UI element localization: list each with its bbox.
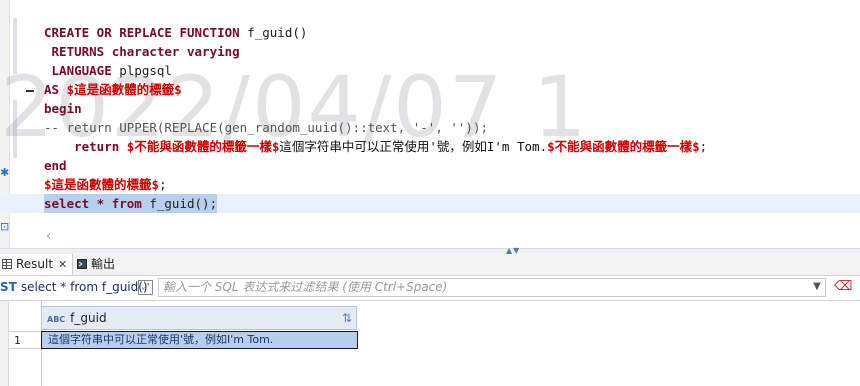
result-tabs: Result ✕ 輸出 [0, 254, 860, 276]
text-type-icon: ABC [47, 315, 66, 324]
code-token: ; [699, 139, 708, 154]
current-line-marker [26, 90, 34, 92]
query-label[interactable]: ST select * from f_guid() [0, 280, 148, 294]
close-icon[interactable]: ✕ [58, 258, 67, 271]
code-line[interactable]: AS $這是函數體的標籤$ [44, 80, 860, 99]
code-token: $這是函數體的標籤$ [66, 82, 182, 97]
sql-prefix-icon: ST [0, 280, 17, 294]
lock-icon[interactable]: ⊡ [0, 220, 9, 234]
query-text: select * from f_guid() [20, 280, 148, 294]
code-token: $不能與函數體的標籤一樣$ [126, 139, 280, 154]
eraser-icon[interactable]: ⌫ [834, 279, 854, 297]
code-line[interactable]: RETURNS character varying [44, 42, 860, 61]
tab-output-label: 輸出 [91, 257, 116, 271]
filter-bar: ST select * from f_guid() ⤢ 輸入一个 SQL 表达式来… [0, 276, 860, 301]
code-token: 這個字符串中可以正常使用'號，例如I'm Tom. [279, 139, 548, 154]
chevron-down-icon[interactable]: ▼ [810, 280, 824, 294]
code-line[interactable]: LANGUAGE plpgsql [44, 61, 860, 80]
grid-icon [2, 259, 12, 269]
code-token: $這是函數體的標籤$ [44, 177, 160, 192]
code-token: f_guid() [247, 25, 308, 40]
grid-side-panel[interactable] [0, 301, 9, 386]
column-header-f_guid[interactable]: ABC f_guid ⇅ [41, 306, 357, 330]
code-token: begin [44, 101, 82, 116]
code-token: LANGUAGE [44, 63, 120, 78]
code-token: select * from [44, 196, 150, 211]
code-line[interactable]: CREATE OR REPLACE FUNCTION f_guid() [44, 23, 860, 42]
table-cell[interactable]: 這個字符串中可以正常使用'號，例如I'm Tom. [41, 331, 358, 349]
horizontal-scrollbar[interactable]: ‹ [30, 228, 860, 248]
code-token: -- return UPPER(REPLACE(gen_random_uuid(… [44, 120, 489, 135]
code-line[interactable]: return $不能與函數體的標籤一樣$這個字符串中可以正常使用'號，例如I'm… [44, 137, 860, 156]
console-icon [77, 259, 87, 269]
code-content[interactable]: CREATE OR REPLACE FUNCTION f_guid() RETU… [0, 23, 860, 213]
editor-fold-ruler-lower [13, 100, 17, 158]
row-number[interactable]: 1 [9, 331, 41, 349]
code-token: CREATE OR REPLACE FUNCTION [44, 25, 248, 40]
code-token: end [44, 158, 67, 173]
scroll-left-arrow-icon[interactable]: ‹ [46, 229, 51, 244]
asterisk-icon[interactable]: ✱ [0, 166, 9, 180]
code-token: AS [44, 82, 67, 97]
column-header-label: f_guid [70, 311, 107, 325]
code-token: RETURNS character varying [44, 44, 240, 59]
editor-fold-ruler [13, 18, 17, 74]
expand-icon[interactable]: ⤢ [138, 280, 153, 295]
code-token: ; [159, 177, 167, 192]
code-token: $不能與函數體的標籤一樣$ [547, 139, 700, 154]
code-line[interactable]: -- return UPPER(REPLACE(gen_random_uuid(… [44, 118, 860, 137]
code-token: return [44, 139, 127, 154]
code-line[interactable]: begin [44, 99, 860, 118]
code-token: plpgsql [119, 63, 172, 78]
filter-input[interactable]: 輸入一个 SQL 表达式来过滤结果 (使用 Ctrl+Space) [158, 278, 826, 297]
sql-editor[interactable]: ✱ ⎘ ⊡ 2022/04/07 1 CREATE OR REPLACE FUN… [0, 0, 860, 248]
tab-output[interactable]: 輸出 [77, 254, 115, 275]
code-line[interactable]: select * from f_guid(); [0, 194, 860, 213]
tab-result-label: Result [16, 257, 54, 271]
sort-filter-icon[interactable]: ⇅ [342, 307, 352, 329]
code-line[interactable]: end [44, 156, 860, 175]
tab-result[interactable]: Result ✕ [0, 254, 73, 275]
code-token: f_guid(); [149, 196, 218, 211]
code-line[interactable]: $這是函數體的標籤$; [44, 175, 860, 194]
